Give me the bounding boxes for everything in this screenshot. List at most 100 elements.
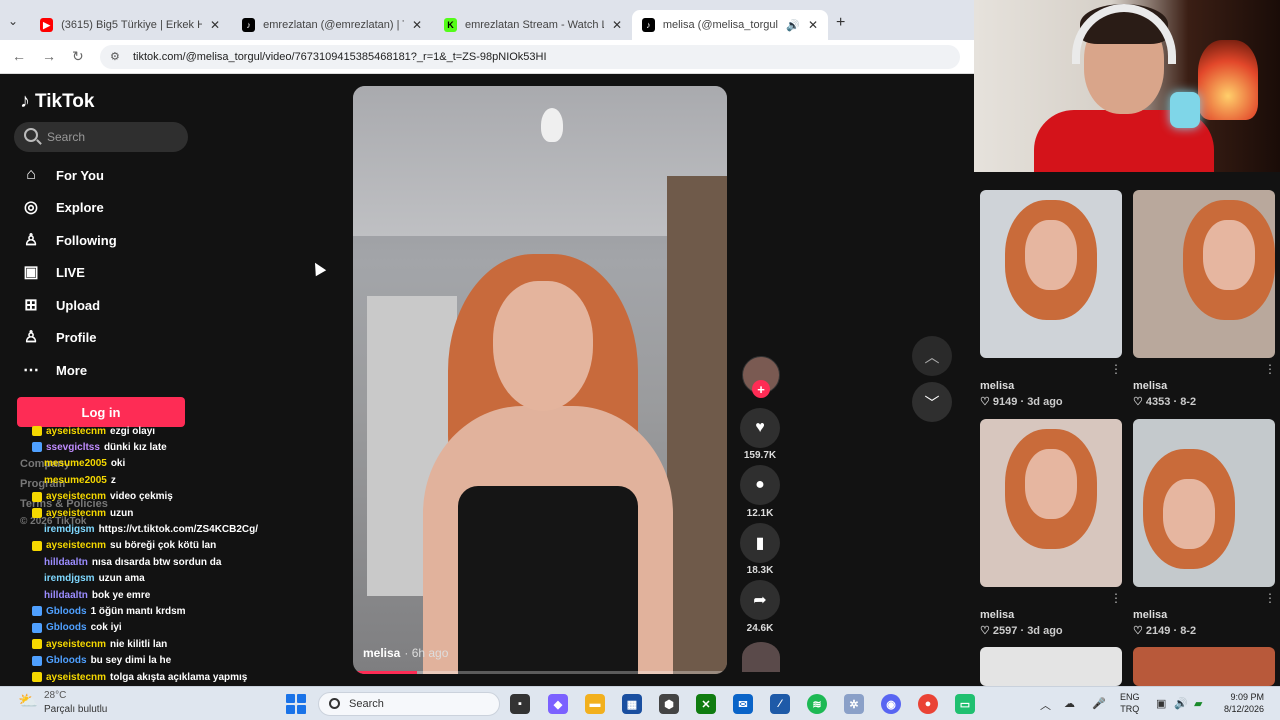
related-video-thumb-2[interactable] [1133, 190, 1275, 358]
related-author[interactable]: melisa [1133, 609, 1167, 621]
tab-audio-icon[interactable]: 🔊 [786, 19, 800, 32]
editor-icon[interactable]: ⁄ [770, 694, 790, 714]
tab-title: emrezlatan (@emrezlatan) | Tik [263, 19, 404, 31]
previous-video-button[interactable]: ︿ [912, 336, 952, 376]
share-button[interactable]: ➦ [740, 580, 780, 620]
next-video-button[interactable]: ﹀ [912, 382, 952, 422]
related-date: 8-2 [1180, 396, 1197, 408]
chat-text: nısa dısarda btw sordun da [91, 556, 222, 568]
settings-app-icon[interactable]: ✲ [844, 694, 864, 714]
nav-upload[interactable]: ⊞ Upload [20, 294, 100, 316]
right-panel: melisa ♡ 9149 · 3d ago ⋮ melisa ♡ 4353 ·… [974, 0, 1280, 686]
music-disc-icon[interactable] [742, 642, 780, 672]
nav-for-you[interactable]: ⌂ For You [20, 164, 104, 186]
video-lamp [541, 108, 563, 142]
reload-icon[interactable]: ↻ [72, 48, 84, 65]
tab-close-icon[interactable]: ✕ [412, 18, 422, 32]
thumb-face [1203, 220, 1255, 290]
related-author[interactable]: melisa [980, 380, 1014, 392]
copilot-icon[interactable]: ◆ [548, 694, 568, 714]
browser-tab-youtube[interactable]: ▶ (3615) Big5 Türkiye | Erkek Hazı ✕ [30, 10, 230, 40]
weather-icon[interactable]: ⛅ [18, 691, 40, 713]
tiktok-icon: ♪ [20, 90, 30, 112]
nav-profile[interactable]: ♙ Profile [20, 326, 97, 348]
browser-tab-kick[interactable]: K emrezlatan Stream - Watch Live ✕ [434, 10, 632, 40]
tab-close-icon[interactable]: ✕ [612, 18, 622, 32]
tiktok-logo[interactable]: ♪ TikTok [20, 90, 94, 113]
tab-search-dropdown-icon[interactable]: ⌄ [8, 14, 24, 30]
video-author-name[interactable]: melisa [363, 646, 400, 660]
discord-icon[interactable]: ◉ [881, 694, 901, 714]
comment-button[interactable]: ● [740, 465, 780, 505]
related-video-thumb-5[interactable] [980, 647, 1122, 686]
site-info-icon[interactable]: ⚙ [110, 50, 120, 63]
related-author[interactable]: melisa [1133, 380, 1167, 392]
url-field[interactable]: ⚙ tiktok.com/@melisa_torgul/video/767310… [100, 45, 960, 69]
xbox-icon[interactable]: ✕ [696, 694, 716, 714]
forward-arrow-icon[interactable]: → [42, 48, 56, 64]
back-arrow-icon[interactable]: ← [12, 48, 26, 64]
more-options-icon[interactable]: ⋮ [1110, 591, 1122, 605]
login-button[interactable]: Log in [17, 397, 185, 427]
cloud-sync-icon[interactable]: ☁ [1064, 697, 1075, 710]
task-view-icon[interactable]: ▪ [510, 694, 530, 714]
new-tab-button[interactable]: + [836, 14, 845, 32]
related-stats: ♡ 9149 · 3d ago [980, 396, 1063, 408]
webcam-overlay [974, 0, 1280, 172]
nav-more[interactable]: ⋯ More [20, 359, 87, 381]
video-player[interactable]: melisa · 6h ago [353, 86, 727, 674]
share-count: 24.6K [746, 623, 774, 634]
kick-icon: K [444, 18, 457, 32]
tab-close-icon[interactable]: ✕ [808, 18, 818, 32]
search-input[interactable]: Search [14, 122, 188, 152]
chrome-icon[interactable]: ● [918, 694, 938, 714]
chat-text: bok ye emre [91, 589, 151, 601]
related-video-thumb-4[interactable] [1133, 419, 1275, 587]
related-author[interactable]: melisa [980, 609, 1014, 621]
streaming-app-icon[interactable]: ▭ [955, 694, 975, 714]
video-progress-fill [353, 671, 417, 674]
chat-message: iremdjgsm https://vt.tiktok.com/ZS4KCB2Cg… [44, 522, 258, 536]
start-button[interactable] [286, 694, 306, 714]
related-video-thumb-6[interactable] [1133, 647, 1275, 686]
save-button[interactable]: ▮ [740, 523, 780, 563]
spotify-icon[interactable]: ≋ [807, 694, 827, 714]
chat-username: ayseistecnm [46, 425, 107, 437]
related-video-thumb-1[interactable] [980, 190, 1122, 358]
network-icon[interactable]: ▣ [1156, 697, 1166, 710]
tab-close-icon[interactable]: ✕ [210, 18, 220, 32]
related-video-thumb-3[interactable] [980, 419, 1122, 587]
nav-explore[interactable]: ◎ Explore [20, 196, 104, 218]
browser-tab-tiktok-emrezlatan[interactable]: ♪ emrezlatan (@emrezlatan) | Tik ✕ [232, 10, 432, 40]
like-button[interactable]: ♥ [740, 408, 780, 448]
nav-following[interactable]: ♙ Following [20, 229, 117, 251]
chat-username: ayseistecnm [46, 507, 107, 519]
tray-overflow-icon[interactable]: ︿ [1040, 697, 1051, 713]
store-icon[interactable]: ▦ [622, 694, 642, 714]
weather-text[interactable]: Parçalı bulutlu [44, 704, 107, 715]
input-language[interactable]: ENG TRQ [1120, 691, 1140, 715]
related-date: 8-2 [1180, 625, 1197, 637]
outlook-icon[interactable]: ✉ [733, 694, 753, 714]
microphone-tray-icon[interactable]: 🎤 [1092, 697, 1106, 710]
chat-badge-icon [32, 426, 42, 436]
chat-username: Gbloods [46, 605, 87, 617]
taskbar-search[interactable]: Search [318, 692, 500, 716]
chat-username: ayseistecnm [46, 638, 107, 650]
nav-label: Following [56, 232, 117, 248]
more-options-icon[interactable]: ⋮ [1264, 362, 1276, 376]
system-clock[interactable]: 9:09 PM 8/12/2026 [1224, 691, 1264, 715]
chat-badge-icon [32, 442, 42, 453]
app-cube-icon[interactable]: ⬢ [659, 694, 679, 714]
nav-live[interactable]: ▣ LIVE [20, 261, 84, 283]
more-options-icon[interactable]: ⋮ [1264, 591, 1276, 605]
volume-icon[interactable]: 🔊 [1174, 697, 1188, 710]
more-options-icon[interactable]: ⋮ [1110, 362, 1122, 376]
follow-plus-icon[interactable]: + [752, 380, 770, 398]
battery-icon[interactable]: ▰ [1194, 697, 1202, 710]
file-explorer-icon[interactable]: ▬ [585, 694, 605, 714]
profile-icon: ♙ [23, 329, 39, 346]
browser-tab-tiktok-melisa[interactable]: ♪ melisa (@melisa_torgul)'s vi 🔊 ✕ [632, 10, 828, 40]
video-author[interactable]: melisa · 6h ago [363, 646, 448, 660]
video-progress-bar[interactable] [353, 671, 727, 674]
